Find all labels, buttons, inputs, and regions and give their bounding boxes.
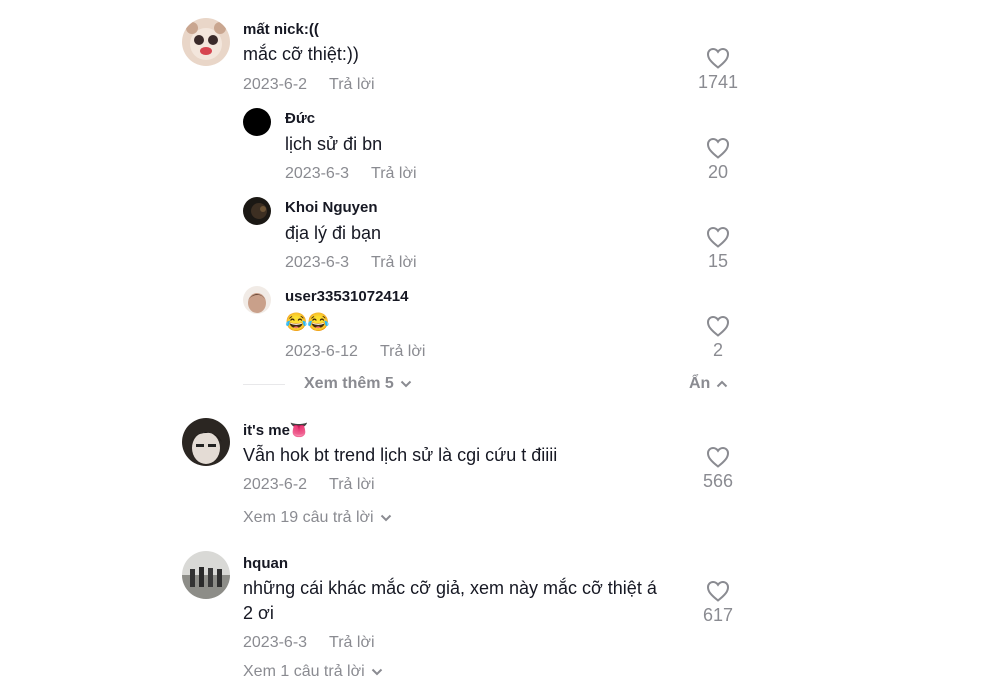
reply-button[interactable]: Trả lời <box>329 476 374 493</box>
comment-meta: 2023-6-3 Trả lời <box>243 634 375 652</box>
comment-username[interactable]: it's me👅 <box>243 421 309 439</box>
like-button[interactable]: 1741 <box>688 47 748 93</box>
hide-label: Ẩn <box>689 375 711 392</box>
like-count: 15 <box>707 251 729 271</box>
chevron-up-icon <box>717 380 728 387</box>
like-button[interactable]: 566 <box>688 446 748 492</box>
heart-outline-icon[interactable] <box>706 226 730 248</box>
comment-text-line-1: những cái khác mắc cỡ giả, xem này mắc c… <box>243 578 657 598</box>
avatar[interactable] <box>243 108 271 136</box>
comment-meta: 2023-6-2 Trả lời <box>243 476 375 494</box>
reply-meta: 2023-6-12 Trả lời <box>285 343 425 361</box>
like-count: 20 <box>707 162 729 182</box>
comment-text-line-2: 2 ơi <box>243 603 274 623</box>
comment-text: mắc cỡ thiệt:)) <box>243 44 359 64</box>
comment-date: 2023-6-2 <box>243 76 308 93</box>
heart-outline-icon[interactable] <box>706 446 730 468</box>
heart-outline-icon[interactable] <box>706 47 730 69</box>
reply-button[interactable]: Trả lời <box>371 254 416 271</box>
avatar[interactable] <box>243 197 271 225</box>
like-button[interactable]: 20 <box>688 137 748 183</box>
reply-date: 2023-6-12 <box>285 343 358 360</box>
comment-meta: 2023-6-2 Trả lời <box>243 76 375 94</box>
comment-username[interactable]: hquan <box>243 555 288 572</box>
like-button[interactable]: 2 <box>688 315 748 361</box>
view-more-replies-button[interactable]: Xem thêm 5 <box>304 375 412 393</box>
reply-username[interactable]: user33531072414 <box>285 288 408 305</box>
reply-button[interactable]: Trả lời <box>329 634 374 651</box>
view-more-label: Xem thêm 5 <box>304 375 394 392</box>
like-count: 1741 <box>697 72 739 92</box>
view-replies-label: Xem 1 câu trả lời <box>243 663 365 680</box>
view-replies-label: Xem 19 câu trả lời <box>243 509 374 526</box>
avatar[interactable] <box>243 286 271 314</box>
avatar[interactable] <box>182 551 230 599</box>
like-count: 2 <box>712 340 723 360</box>
reply-date: 2023-6-3 <box>285 165 350 182</box>
chevron-down-icon <box>400 380 412 388</box>
chevron-down-icon <box>380 514 391 522</box>
comment-username[interactable]: mất nick:(( <box>243 21 319 38</box>
reply-username[interactable]: Đức <box>285 110 315 127</box>
heart-outline-icon[interactable] <box>706 580 730 602</box>
comment-date: 2023-6-3 <box>243 634 308 651</box>
reply-meta: 2023-6-3 Trả lời <box>285 254 417 272</box>
chevron-down-icon <box>371 668 382 676</box>
divider <box>243 384 285 385</box>
like-button[interactable]: 617 <box>688 580 748 626</box>
reply-date: 2023-6-3 <box>285 254 350 271</box>
reply-button[interactable]: Trả lời <box>329 76 374 93</box>
reply-button[interactable]: Trả lời <box>380 343 425 360</box>
avatar[interactable] <box>182 18 230 66</box>
like-count: 566 <box>702 471 734 491</box>
comment-text: Vẫn hok bt trend lịch sử là cgi cứu t đi… <box>243 445 558 465</box>
hide-replies-button[interactable]: Ẩn <box>689 375 728 393</box>
heart-outline-icon[interactable] <box>706 137 730 159</box>
like-button[interactable]: 15 <box>688 226 748 272</box>
avatar[interactable] <box>182 418 230 466</box>
view-replies-button[interactable]: Xem 19 câu trả lời <box>243 509 392 527</box>
reply-text: lịch sử đi bn <box>285 134 383 154</box>
reply-text: địa lý đi bạn <box>285 223 382 243</box>
reply-text: 😂😂 <box>285 312 330 332</box>
reply-button[interactable]: Trả lời <box>371 165 416 182</box>
like-count: 617 <box>702 605 734 625</box>
reply-username[interactable]: Khoi Nguyen <box>285 199 378 216</box>
heart-outline-icon[interactable] <box>706 315 730 337</box>
comment-date: 2023-6-2 <box>243 476 308 493</box>
view-replies-button[interactable]: Xem 1 câu trả lời <box>243 663 383 681</box>
reply-meta: 2023-6-3 Trả lời <box>285 165 417 183</box>
